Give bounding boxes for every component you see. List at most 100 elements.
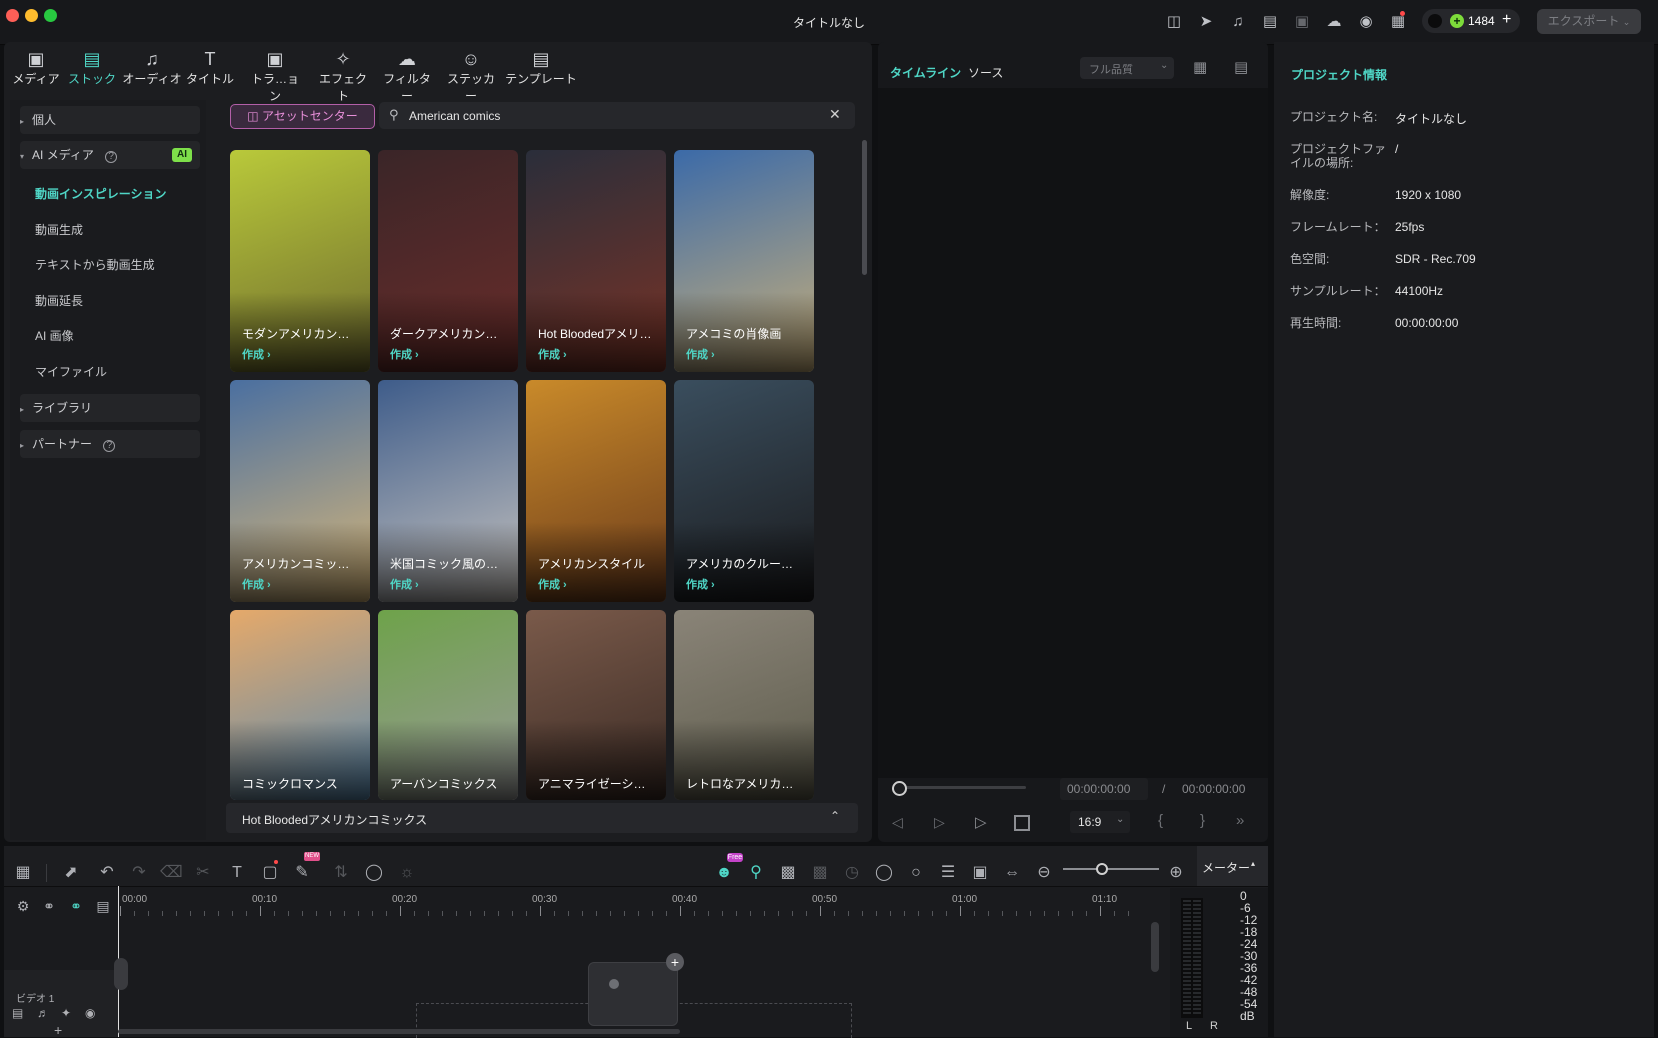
add-media-icon[interactable]: + — [666, 953, 684, 971]
save-icon[interactable]: ▣ — [1292, 12, 1312, 32]
create-link[interactable]: 作成 › — [390, 576, 419, 592]
next-frame-icon[interactable]: ▷ — [934, 814, 945, 831]
meter-toggle[interactable]: メーター ▴ — [1197, 846, 1268, 886]
fast-forward-icon[interactable]: » — [1236, 812, 1244, 829]
create-link[interactable]: 作成 › — [686, 346, 715, 362]
tab-timeline[interactable]: タイムライン — [890, 64, 961, 81]
layout-icon[interactable]: ▤ — [1260, 12, 1280, 32]
create-link[interactable]: 作成 › — [538, 346, 567, 362]
asset-tile[interactable]: コミックロマンス — [230, 610, 370, 800]
cut-icon[interactable]: ✂ — [192, 862, 214, 884]
mark-out-icon[interactable]: } — [1200, 812, 1205, 829]
track-manager-icon[interactable]: ▤ — [92, 895, 114, 917]
link-icon[interactable]: ⚭ — [65, 895, 87, 917]
pip-icon[interactable]: ▣ — [969, 862, 991, 884]
previous-frame-icon[interactable]: ◁ — [892, 814, 903, 831]
stop-icon[interactable] — [1014, 815, 1030, 831]
add-track-icon[interactable]: + — [54, 1022, 62, 1038]
sidebar-item-library[interactable]: ▸ ライブラリ — [20, 394, 200, 422]
ai-assistant-icon[interactable]: ☻ — [713, 862, 735, 884]
asset-tile[interactable]: 米国コミック風の肖… 作成 › — [378, 380, 518, 602]
aspect-ratio-select[interactable]: 16:9 ⌄ — [1070, 811, 1130, 833]
help-icon[interactable]: ? — [105, 151, 118, 163]
credits-pill[interactable]: + 1484 + — [1422, 9, 1520, 33]
grid-view-icon[interactable]: ▦ — [1193, 58, 1207, 76]
tab-audio[interactable]: ♫ オーディオ — [122, 48, 182, 92]
quality-select[interactable]: フル品質 ⌄ — [1080, 57, 1174, 79]
send-icon[interactable]: ➤ — [1196, 12, 1216, 32]
timeline-vscroll[interactable] — [1151, 922, 1159, 972]
asset-tile[interactable]: Hot Bloodedアメリ… 作成 › — [526, 150, 666, 372]
unlink-icon[interactable]: ⚭ — [38, 895, 60, 917]
layout-grid-icon[interactable]: ▦ — [12, 862, 34, 884]
shield-icon[interactable]: ◯ — [873, 862, 895, 884]
tab-media[interactable]: ▣ メディア — [12, 48, 60, 92]
sidebar-item-personal[interactable]: ▸ 個人 — [20, 106, 200, 134]
cloud-icon[interactable]: ☁ — [1324, 12, 1344, 32]
pen-icon[interactable]: ✎ — [291, 862, 313, 884]
export-button[interactable]: エクスポート ⌄ — [1537, 9, 1641, 34]
track-height-handle[interactable] — [114, 958, 128, 990]
visibility-icon[interactable]: ◉ — [85, 1006, 95, 1020]
asset-tile[interactable]: アメリカンスタイル 作成 › — [526, 380, 666, 602]
sidebar-item-0[interactable]: 動画インスピレーション — [35, 185, 167, 202]
sidebar-item-3[interactable]: 動画延長 — [35, 292, 83, 309]
tab-template[interactable]: ▤ テンプレート — [505, 48, 577, 92]
delete-icon[interactable]: ⌫ — [160, 862, 183, 884]
asset-center-button[interactable]: ◫ アセットセンター — [230, 104, 375, 129]
zoom-slider[interactable] — [1063, 868, 1159, 870]
sidebar-item-4[interactable]: AI 画像 — [35, 327, 74, 344]
zoom-out-icon[interactable]: ⊖ — [1033, 862, 1055, 884]
crop-icon[interactable]: ▢ — [259, 862, 281, 884]
snap-icon[interactable]: ⚲ — [745, 862, 767, 884]
volume-icon[interactable]: ♬ — [37, 1006, 49, 1020]
snapshot-icon[interactable]: ▤ — [1234, 58, 1248, 76]
clear-search-icon[interactable]: ✕ — [829, 106, 841, 123]
sidebar-item-1[interactable]: 動画生成 — [35, 221, 83, 238]
tab-title[interactable]: T タイトル — [186, 48, 234, 92]
asset-tile[interactable]: アメリカンコミック… 作成 › — [230, 380, 370, 602]
select-tool-icon[interactable]: ⬈ — [60, 862, 82, 884]
tab-transition[interactable]: ▣ トラ…ョン — [246, 48, 304, 103]
ai-tool-icon[interactable]: ◯ — [363, 862, 385, 884]
zoom-in-icon[interactable]: ⊕ — [1165, 862, 1187, 884]
speed-icon[interactable]: ◷ — [841, 862, 863, 884]
create-link[interactable]: 作成 › — [686, 576, 715, 592]
sidebar-item-2[interactable]: テキストから動画生成 — [35, 256, 155, 273]
tab-source[interactable]: ソース — [968, 64, 1003, 81]
redo-icon[interactable]: ↷ — [128, 862, 150, 884]
sidebar-item-5[interactable]: マイファイル — [35, 363, 107, 380]
gift-icon[interactable]: ◫ — [1164, 12, 1184, 32]
asset-tile[interactable]: モダンアメリカンコ… 作成 › — [230, 150, 370, 372]
asset-tile[interactable]: ダークアメリカンコ… 作成 › — [378, 150, 518, 372]
sidebar-item-ai-media[interactable]: ▾ AI メディア ? AI — [20, 141, 200, 169]
tab-sticker[interactable]: ☺ ステッカー — [442, 48, 500, 103]
lock-icon[interactable]: ▤ — [12, 1006, 23, 1020]
add-credits-icon[interactable]: + — [1502, 11, 1511, 29]
tab-filter[interactable]: ☁ フィルター — [378, 48, 436, 103]
selected-style-bar[interactable]: Hot Bloodedアメリカンコミックス ⌃ — [226, 803, 858, 833]
fit-icon[interactable]: ⇔ — [1001, 862, 1023, 884]
headset-icon[interactable]: ◉ — [1356, 12, 1376, 32]
text-tool-icon[interactable]: T — [226, 862, 248, 884]
settings-icon[interactable]: ⚙ — [12, 895, 34, 917]
effects-icon[interactable]: ✦ — [61, 1006, 71, 1020]
tab-stock[interactable]: ▤ ストック — [68, 48, 116, 92]
asset-tile[interactable]: アメリカのクルーカ… 作成 › — [674, 380, 814, 602]
sidebar-item-partner[interactable]: ▸ パートナー ? — [20, 430, 200, 458]
mark-in-icon[interactable]: { — [1158, 812, 1163, 829]
group-icon[interactable]: ▩ — [809, 862, 831, 884]
microphone-icon[interactable]: ○ — [905, 862, 927, 884]
scrubber-handle[interactable] — [892, 781, 907, 796]
create-link[interactable]: 作成 › — [242, 576, 271, 592]
asset-tile[interactable]: アニマライゼーショ… — [526, 610, 666, 800]
color-wheel-icon[interactable]: ☼ — [396, 862, 418, 884]
grid-scrollbar[interactable] — [862, 140, 867, 275]
create-link[interactable]: 作成 › — [242, 346, 271, 362]
create-link[interactable]: 作成 › — [538, 576, 567, 592]
chevron-up-icon[interactable]: ⌃ — [830, 809, 840, 823]
mixer-icon[interactable]: ☰ — [937, 862, 959, 884]
tab-effect[interactable]: ✧ エフェクト — [314, 48, 372, 103]
music-note-icon[interactable]: ♫ — [1228, 12, 1248, 32]
playback-scrubber[interactable] — [898, 786, 1026, 789]
